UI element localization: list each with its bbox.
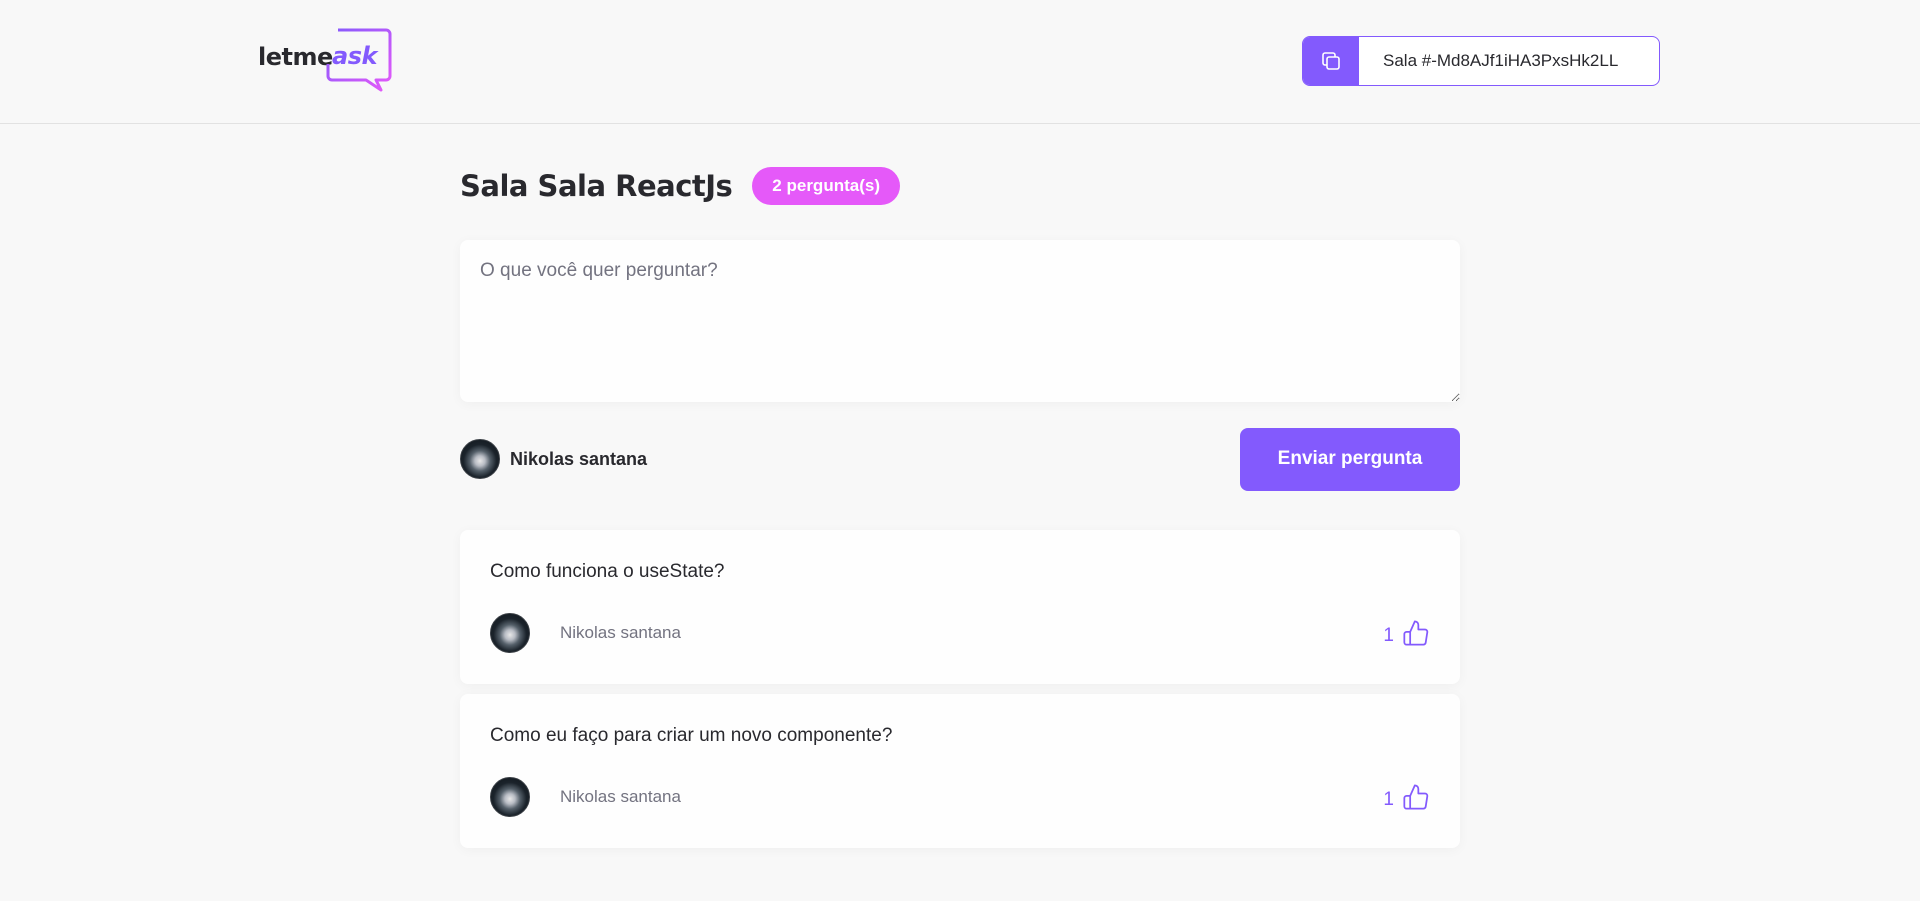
page-header: letme ask Sala #-Md8AJf1iHA3PxsHk2LL — [0, 0, 1920, 124]
avatar — [490, 777, 530, 817]
question-count-badge: 2 pergunta(s) — [752, 167, 900, 205]
copy-icon — [1322, 52, 1340, 70]
form-footer: Nikolas santana Enviar pergunta — [460, 427, 1460, 491]
room-code-label: Sala #-Md8AJf1iHA3PxsHk2LL — [1383, 51, 1619, 70]
logo-ask-text: ask — [332, 42, 377, 70]
thumbs-up-icon — [1403, 620, 1429, 646]
question-author: Nikolas santana — [490, 777, 681, 817]
like-button[interactable]: 1 — [1383, 619, 1430, 647]
question-content: Como funciona o useState? — [490, 561, 725, 582]
like-button[interactable]: 1 — [1383, 783, 1430, 811]
question-textarea[interactable] — [460, 240, 1460, 402]
author-name: Nikolas santana — [560, 623, 681, 642]
room-title-row: Sala Sala ReactJs 2 pergunta(s) — [460, 166, 900, 206]
avatar — [490, 613, 530, 653]
question-footer: Nikolas santana 1 — [490, 777, 1430, 817]
copy-icon-box[interactable] — [1303, 37, 1359, 85]
question-author: Nikolas santana — [490, 613, 681, 653]
logo-letme-text: letme — [258, 43, 333, 71]
user-name: Nikolas santana — [510, 448, 648, 469]
thumbs-up-icon — [1403, 784, 1429, 810]
room-title: Sala Sala ReactJs — [460, 169, 733, 203]
question-content: Como eu faço para criar um novo componen… — [490, 725, 893, 746]
question-footer: Nikolas santana 1 — [490, 613, 1430, 653]
like-count: 1 — [1383, 625, 1394, 646]
avatar — [460, 439, 500, 479]
send-question-button[interactable]: Enviar pergunta — [1240, 427, 1460, 491]
like-count: 1 — [1383, 789, 1394, 810]
question-list: Como funciona o useState? Nikolas santan… — [460, 530, 1460, 858]
question-card: Como funciona o useState? Nikolas santan… — [460, 530, 1460, 684]
user-info: Nikolas santana — [460, 439, 647, 479]
question-card: Como eu faço para criar um novo componen… — [460, 694, 1460, 848]
letmeask-logo[interactable]: letme ask — [258, 28, 392, 92]
author-name: Nikolas santana — [560, 787, 681, 806]
room-code-button[interactable]: Sala #-Md8AJf1iHA3PxsHk2LL — [1302, 36, 1660, 86]
